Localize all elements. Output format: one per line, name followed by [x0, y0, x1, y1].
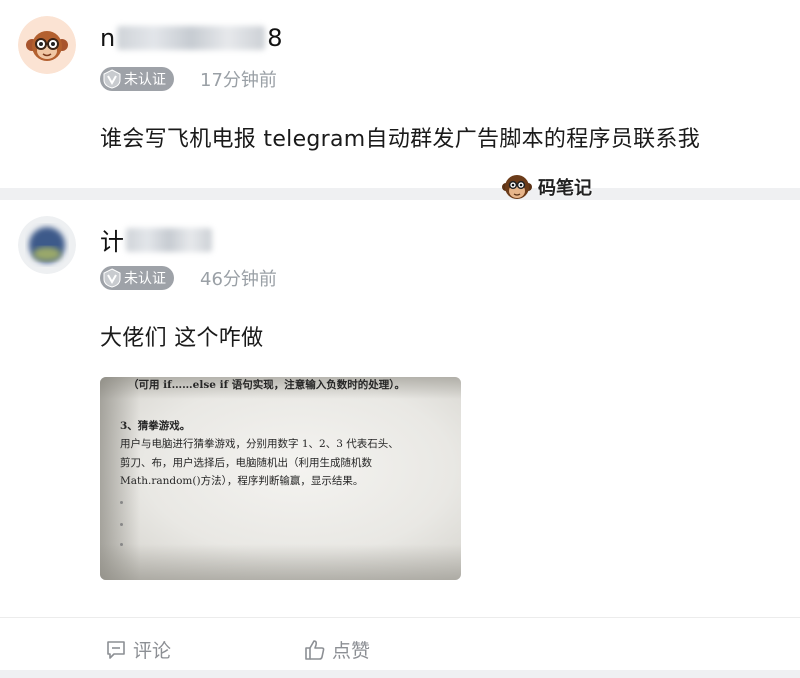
watermark-label: 码笔记 — [538, 178, 592, 199]
post-divider — [0, 188, 800, 200]
photo-text-line: 用户与电脑进行猜拳游戏，分别用数字 1、2、3 代表石头、 — [120, 438, 399, 450]
badge-label: 未认证 — [124, 271, 166, 287]
photo-text-line: 剪刀、布，用户选择后，电脑随机出（利用生成随机数 — [120, 457, 372, 469]
username[interactable]: n 8 — [100, 24, 283, 52]
avatar[interactable] — [18, 216, 76, 274]
photo-text-line: （可用 if……else if 语句实现，注意输入负数时的处理）。 — [128, 379, 405, 391]
post-meta: 未认证 17分钟前 — [100, 66, 277, 92]
post-meta: 未认证 46分钟前 — [100, 265, 277, 291]
post-action-bar: 评论 点赞 — [0, 618, 800, 670]
photo-shadow-bottom — [100, 544, 461, 580]
post-timestamp: 17分钟前 — [200, 70, 277, 91]
photo-bullet — [120, 501, 123, 504]
like-label: 点赞 — [332, 640, 371, 662]
thumbs-up-icon — [305, 639, 325, 660]
username-redacted — [126, 227, 212, 252]
username-prefix: n — [100, 24, 116, 52]
like-button[interactable]: 点赞 — [304, 636, 370, 663]
photo-text-line: 3、猜拳游戏。 — [120, 420, 191, 432]
photo-text-line: Math.random()方法），程序判断输赢，显示结果。 — [120, 475, 364, 487]
username-prefix: 计 — [100, 228, 124, 256]
post-photo[interactable]: （可用 if……else if 语句实现，注意输入负数时的处理）。 3、猜拳游戏… — [100, 377, 461, 580]
username-redacted — [117, 26, 266, 50]
photo-bullet — [120, 543, 123, 546]
unverified-badge: 未认证 — [100, 67, 174, 91]
photo-bullet — [120, 523, 123, 526]
post-content: 大佬们 这个咋做 — [100, 326, 264, 351]
unverified-badge: 未认证 — [100, 266, 174, 290]
username-suffix: 8 — [267, 24, 283, 52]
comment-button[interactable]: 评论 — [105, 636, 171, 663]
username[interactable]: 计 — [100, 222, 214, 257]
blurred-avatar-icon — [18, 216, 76, 274]
badge-label: 未认证 — [124, 72, 166, 88]
comment-icon — [107, 640, 125, 659]
footer-divider — [0, 670, 800, 678]
monkey-avatar-icon — [18, 16, 76, 74]
post-timestamp: 46分钟前 — [200, 269, 277, 290]
post-content: 谁会写飞机电报 telegram自动群发广告脚本的程序员联系我 — [100, 127, 701, 152]
verify-shield-icon — [103, 69, 121, 89]
comment-label: 评论 — [133, 640, 172, 662]
watermark: 码笔记 — [500, 170, 592, 204]
avatar[interactable] — [18, 16, 76, 74]
post-card: n 8 未认证 17分钟前 谁会写飞机电报 telegram自动群发广告脚本的程… — [0, 0, 800, 188]
monkey-logo-icon — [502, 175, 532, 199]
verify-shield-icon — [103, 268, 121, 288]
